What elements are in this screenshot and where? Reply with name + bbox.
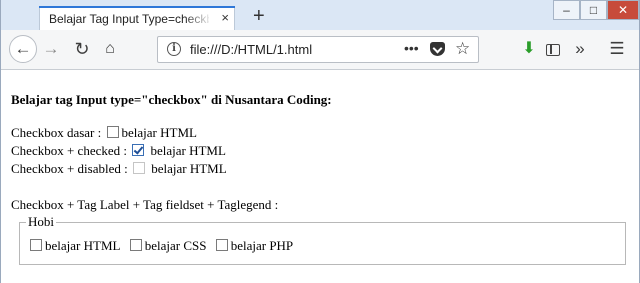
maximize-button[interactable]: □ — [580, 0, 607, 20]
new-tab-button[interactable]: + — [253, 6, 265, 26]
info-icon[interactable]: i — [167, 42, 181, 56]
page-actions-button[interactable]: ••• — [404, 40, 419, 56]
row-prefix: Checkbox + disabled : — [11, 161, 128, 176]
basic-checkbox[interactable] — [106, 126, 119, 138]
title-bar: Belajar Tag Input Type=checkbox H × + – … — [1, 0, 639, 30]
hobby-option-html[interactable]: belajar HTML — [28, 238, 120, 253]
row-prefix: Checkbox + checked : — [11, 143, 127, 158]
tab-title-fade — [184, 9, 212, 27]
url-text[interactable]: file:///D:/HTML/1.html — [190, 42, 312, 57]
tab-close-icon[interactable]: × — [221, 10, 229, 26]
navigation-toolbar: ← → ↻ ⌂ i file:///D:/HTML/1.html ••• ☆ ⬇… — [1, 30, 639, 70]
hobby-checkbox[interactable] — [129, 239, 142, 251]
tab-active-indicator — [39, 6, 235, 8]
page-heading: Belajar tag Input type="checkbox" di Nus… — [11, 92, 332, 107]
checkbox-label: belajar HTML — [151, 161, 227, 176]
hobby-checkbox[interactable] — [30, 239, 42, 251]
hobby-option-css[interactable]: belajar CSS — [128, 238, 207, 253]
overflow-menu-icon[interactable]: » — [571, 37, 589, 61]
hobby-checkbox[interactable] — [215, 239, 228, 251]
row-basic-checkbox: Checkbox dasar : belajar HTML — [11, 125, 197, 141]
close-window-button[interactable]: ✕ — [607, 0, 639, 20]
pocket-icon[interactable] — [430, 42, 445, 56]
hobby-label[interactable]: belajar PHP — [231, 238, 293, 253]
browser-tab[interactable]: Belajar Tag Input Type=checkbox H × — [39, 6, 235, 30]
checkbox-label: belajar HTML — [121, 125, 197, 140]
fieldset-section-title: Checkbox + Tag Label + Tag fieldset + Ta… — [11, 197, 279, 212]
home-button[interactable]: ⌂ — [100, 37, 120, 61]
download-icon[interactable]: ⬇ — [520, 37, 538, 61]
row-disabled-checkbox: Checkbox + disabled : belajar HTML — [11, 161, 227, 177]
hobby-options: belajar HTML belajar CSS belajar PHP — [28, 238, 297, 254]
checked-checkbox[interactable] — [132, 144, 145, 156]
hobby-label[interactable]: belajar CSS — [145, 238, 207, 253]
bookmark-star-icon[interactable]: ☆ — [455, 39, 470, 59]
page-content: Belajar tag Input type="checkbox" di Nus… — [1, 70, 639, 283]
hobby-fieldset: Hobi belajar HTML belajar CSS belajar PH… — [19, 214, 626, 265]
checkbox-label: belajar HTML — [150, 143, 226, 158]
forward-button[interactable]: → — [41, 37, 61, 61]
fieldset-legend: Hobi — [26, 214, 56, 230]
row-prefix: Checkbox dasar : — [11, 125, 102, 140]
hobby-label[interactable]: belajar HTML — [45, 238, 120, 253]
address-bar[interactable]: i file:///D:/HTML/1.html ••• ☆ — [157, 36, 479, 63]
minimize-button[interactable]: – — [553, 0, 580, 20]
row-checked-checkbox: Checkbox + checked : belajar HTML — [11, 143, 226, 159]
back-button[interactable]: ← — [9, 35, 37, 63]
hobby-option-php[interactable]: belajar PHP — [214, 238, 293, 253]
reload-button[interactable]: ↻ — [72, 37, 92, 61]
disabled-checkbox — [132, 162, 145, 174]
hamburger-menu-icon[interactable]: ☰ — [608, 37, 626, 61]
sidebar-icon[interactable] — [546, 44, 560, 56]
browser-window: Belajar Tag Input Type=checkbox H × + – … — [0, 0, 640, 283]
